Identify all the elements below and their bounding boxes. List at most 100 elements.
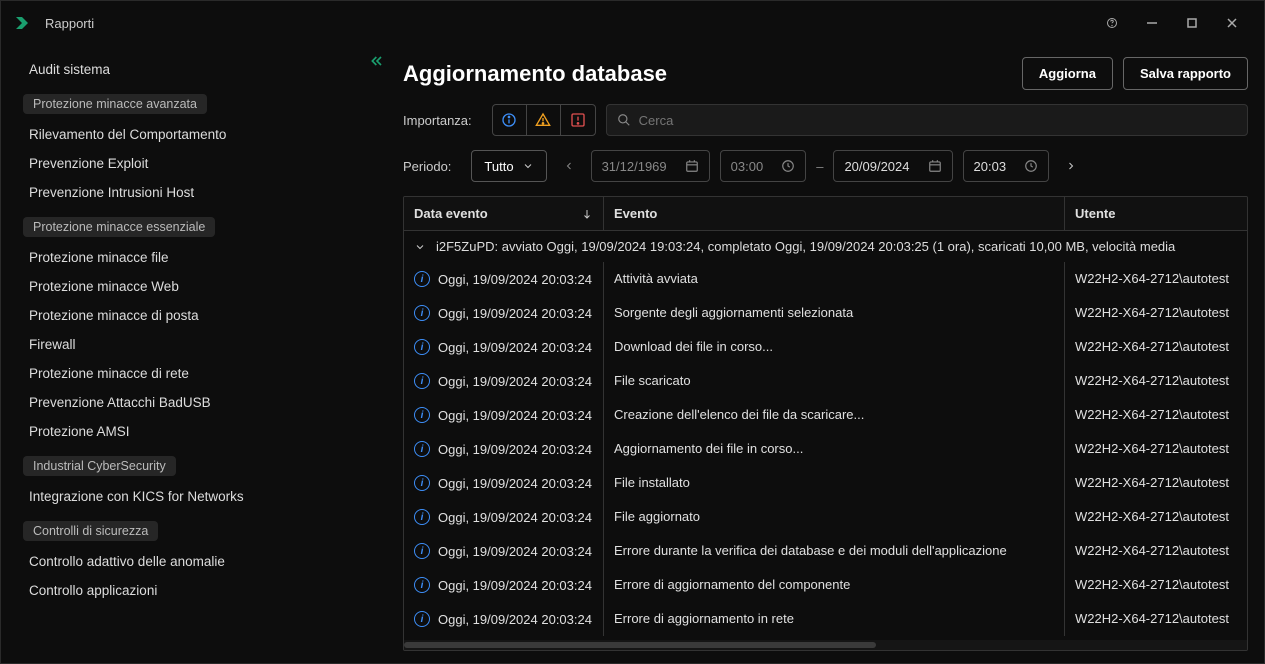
calendar-icon: [685, 159, 699, 173]
table-row[interactable]: iOggi, 19/09/2024 20:03:24File scaricato…: [404, 364, 1247, 398]
sidebar-group-label: Protezione minacce avanzata: [23, 94, 207, 114]
end-date-input[interactable]: 20/09/2024: [833, 150, 952, 182]
sidebar-item[interactable]: Rilevamento del Comportamento: [1, 120, 393, 149]
app-window: Rapporti Audit sistema Protezione minacc…: [0, 0, 1265, 664]
info-icon: i: [414, 509, 430, 525]
cell-date: iOggi, 19/09/2024 20:03:24: [404, 330, 604, 364]
period-next-button[interactable]: [1059, 150, 1083, 182]
sidebar-item[interactable]: Protezione minacce di posta: [1, 301, 393, 330]
calendar-icon: [928, 159, 942, 173]
info-icon: i: [414, 271, 430, 287]
sidebar-item[interactable]: Firewall: [1, 330, 393, 359]
table-row[interactable]: iOggi, 19/09/2024 20:03:24Attività avvia…: [404, 262, 1247, 296]
close-button[interactable]: [1212, 8, 1252, 38]
sidebar-item[interactable]: Prevenzione Attacchi BadUSB: [1, 388, 393, 417]
chevron-down-icon: [414, 241, 426, 253]
table-row[interactable]: iOggi, 19/09/2024 20:03:24Aggiornamento …: [404, 432, 1247, 466]
clock-icon: [781, 159, 795, 173]
cell-user: W22H2-X64-2712\autotest: [1065, 398, 1247, 432]
minimize-button[interactable]: [1132, 8, 1172, 38]
period-label: Periodo:: [403, 159, 451, 174]
sidebar-item[interactable]: Controllo adattivo delle anomalie: [1, 547, 393, 576]
cell-event: Errore durante la verifica dei database …: [604, 534, 1065, 568]
table-row[interactable]: iOggi, 19/09/2024 20:03:24Creazione dell…: [404, 398, 1247, 432]
cell-event: Download dei file in corso...: [604, 330, 1065, 364]
severity-info-toggle[interactable]: [493, 105, 527, 135]
table-row[interactable]: iOggi, 19/09/2024 20:03:24Download dei f…: [404, 330, 1247, 364]
info-icon: i: [414, 543, 430, 559]
column-header-user[interactable]: Utente: [1065, 197, 1247, 230]
sidebar-item[interactable]: Prevenzione Intrusioni Host: [1, 178, 393, 207]
info-icon: i: [414, 339, 430, 355]
cell-user: W22H2-X64-2712\autotest: [1065, 330, 1247, 364]
cell-date: iOggi, 19/09/2024 20:03:24: [404, 398, 604, 432]
cell-date: iOggi, 19/09/2024 20:03:24: [404, 432, 604, 466]
search-box[interactable]: [606, 104, 1248, 136]
clock-icon: [1024, 159, 1038, 173]
sidebar-item[interactable]: Integrazione con KICS for Networks: [1, 482, 393, 511]
severity-error-toggle[interactable]: [561, 105, 595, 135]
range-dash: –: [816, 159, 823, 174]
help-button[interactable]: [1092, 8, 1132, 38]
save-report-button[interactable]: Salva rapporto: [1123, 57, 1248, 90]
period-prev-button[interactable]: [557, 150, 581, 182]
cell-user: W22H2-X64-2712\autotest: [1065, 432, 1247, 466]
table-row[interactable]: iOggi, 19/09/2024 20:03:24Errore durante…: [404, 534, 1247, 568]
info-icon: i: [414, 577, 430, 593]
cell-user: W22H2-X64-2712\autotest: [1065, 534, 1247, 568]
sidebar-item[interactable]: Protezione AMSI: [1, 417, 393, 446]
start-time-input[interactable]: 03:00: [720, 150, 807, 182]
sidebar-item[interactable]: Protezione minacce Web: [1, 272, 393, 301]
cell-user: W22H2-X64-2712\autotest: [1065, 602, 1247, 636]
sidebar-item[interactable]: Prevenzione Exploit: [1, 149, 393, 178]
sidebar: Audit sistema Protezione minacce avanzat…: [1, 45, 393, 663]
cell-date: iOggi, 19/09/2024 20:03:24: [404, 466, 604, 500]
table-header: Data evento Evento Utente: [404, 197, 1247, 231]
cell-user: W22H2-X64-2712\autotest: [1065, 500, 1247, 534]
period-dropdown[interactable]: Tutto: [471, 150, 546, 182]
table-row[interactable]: iOggi, 19/09/2024 20:03:24Sorgente degli…: [404, 296, 1247, 330]
info-icon: i: [414, 475, 430, 491]
cell-user: W22H2-X64-2712\autotest: [1065, 466, 1247, 500]
sidebar-group-label: Controlli di sicurezza: [23, 521, 158, 541]
cell-date: iOggi, 19/09/2024 20:03:24: [404, 602, 604, 636]
titlebar: Rapporti: [1, 1, 1264, 45]
cell-date: iOggi, 19/09/2024 20:03:24: [404, 296, 604, 330]
info-icon: i: [414, 373, 430, 389]
events-table: Data evento Evento Utente i2F5ZuPD: avvi…: [403, 196, 1248, 651]
table-row[interactable]: iOggi, 19/09/2024 20:03:24Errore di aggi…: [404, 568, 1247, 602]
end-date-value: 20/09/2024: [844, 159, 909, 174]
window-title: Rapporti: [45, 16, 94, 31]
cell-date: iOggi, 19/09/2024 20:03:24: [404, 568, 604, 602]
horizontal-scrollbar[interactable]: [404, 640, 1247, 650]
cell-event: Errore di aggiornamento del componente: [604, 568, 1065, 602]
table-row[interactable]: iOggi, 19/09/2024 20:03:24File aggiornat…: [404, 500, 1247, 534]
search-input[interactable]: [639, 113, 1237, 128]
main-content: Aggiornamento database Aggiorna Salva ra…: [393, 45, 1264, 663]
cell-event: Attività avviata: [604, 262, 1065, 296]
column-header-date[interactable]: Data evento: [404, 197, 604, 230]
maximize-button[interactable]: [1172, 8, 1212, 38]
sidebar-item-audit[interactable]: Audit sistema: [1, 55, 393, 84]
sidebar-item[interactable]: Protezione minacce di rete: [1, 359, 393, 388]
page-title: Aggiornamento database: [403, 61, 667, 87]
table-row[interactable]: iOggi, 19/09/2024 20:03:24File installat…: [404, 466, 1247, 500]
sidebar-item[interactable]: Controllo applicazioni: [1, 576, 393, 605]
cell-event: Errore di aggiornamento in rete: [604, 602, 1065, 636]
start-time-value: 03:00: [731, 159, 764, 174]
start-date-input[interactable]: 31/12/1969: [591, 150, 710, 182]
collapse-sidebar-icon[interactable]: [369, 53, 385, 72]
cell-event: Aggiornamento dei file in corso...: [604, 432, 1065, 466]
cell-event: Creazione dell'elenco dei file da scaric…: [604, 398, 1065, 432]
table-body: i2F5ZuPD: avviato Oggi, 19/09/2024 19:03…: [404, 231, 1247, 640]
sidebar-item[interactable]: Protezione minacce file: [1, 243, 393, 272]
refresh-button[interactable]: Aggiorna: [1022, 57, 1113, 90]
chevron-down-icon: [522, 160, 534, 172]
group-row[interactable]: i2F5ZuPD: avviato Oggi, 19/09/2024 19:03…: [404, 231, 1247, 262]
table-row[interactable]: iOggi, 19/09/2024 20:03:24Errore di aggi…: [404, 602, 1247, 636]
severity-warning-toggle[interactable]: [527, 105, 561, 135]
column-header-event[interactable]: Evento: [604, 197, 1065, 230]
end-time-input[interactable]: 20:03: [963, 150, 1050, 182]
cell-user: W22H2-X64-2712\autotest: [1065, 262, 1247, 296]
cell-user: W22H2-X64-2712\autotest: [1065, 568, 1247, 602]
